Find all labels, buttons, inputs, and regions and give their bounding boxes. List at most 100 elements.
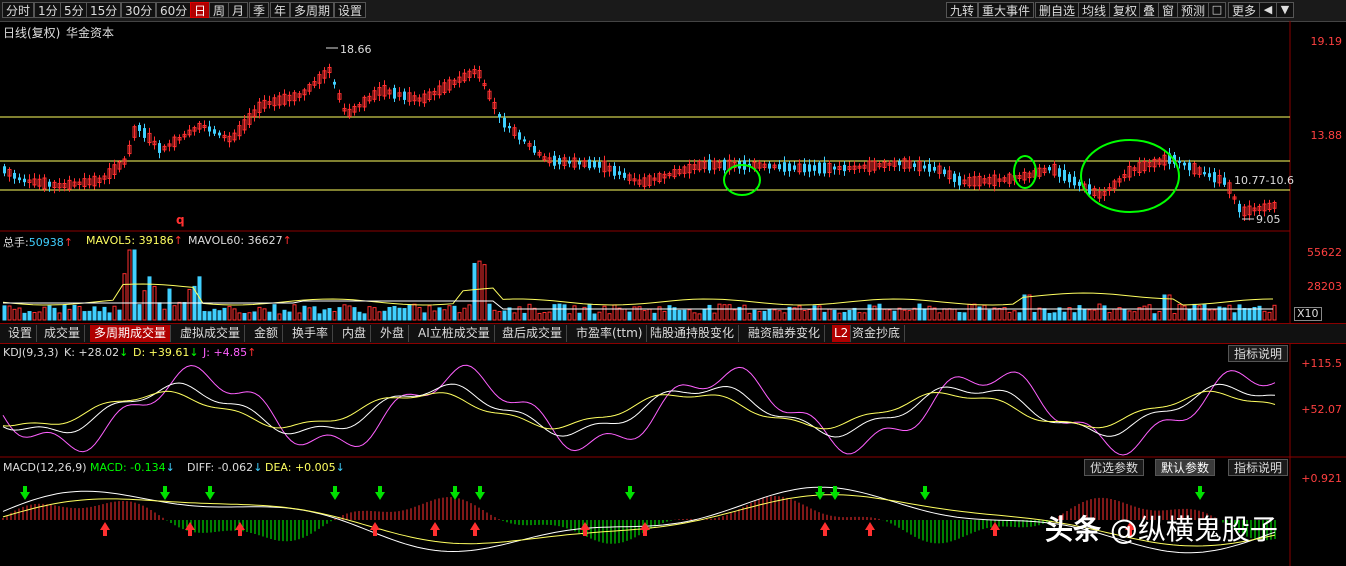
volume-bar	[282, 309, 287, 321]
volume-bar	[87, 310, 92, 321]
volume-bar	[167, 288, 172, 321]
volume-bar	[1247, 308, 1252, 321]
tab-amount[interactable]: 金额	[250, 325, 284, 342]
macd-axis-high: +0.921	[1301, 472, 1342, 485]
volume-bar	[922, 308, 927, 321]
tab-northbound-holding[interactable]: 陆股通持股变化	[646, 325, 740, 342]
volume-bar	[872, 305, 877, 321]
volume-unit: X10	[1294, 307, 1322, 321]
volume-bar	[622, 308, 627, 321]
candle-down	[143, 128, 146, 138]
volume-bar	[1192, 303, 1197, 321]
buy-arrow-icon	[470, 522, 480, 536]
tab-fund-bottom[interactable]: 资金抄底	[848, 325, 906, 342]
kdj-k-line	[2, 382, 1276, 438]
volume-bar	[932, 307, 937, 321]
kdj-k-value: K: +28.02↓	[64, 346, 129, 359]
volume-bar	[157, 302, 162, 321]
tab-after-hours-volume[interactable]: 盘后成交量	[498, 325, 568, 342]
volume-bar	[202, 311, 207, 321]
volume-total-label: 总手:50938↑	[3, 236, 73, 249]
tab-pe-ttm[interactable]: 市盈率(ttm)	[572, 325, 648, 342]
volume-bar	[1042, 308, 1047, 321]
volume-bar	[1102, 305, 1107, 321]
volume-bar	[522, 312, 527, 321]
tab-margin-trading[interactable]: 融资融券变化	[744, 325, 826, 342]
optimize-params-button[interactable]: 优选参数	[1084, 459, 1145, 476]
sell-arrow-icon	[625, 486, 635, 500]
volume-bar	[532, 307, 537, 321]
volume-bar	[322, 309, 327, 321]
volume-bar	[772, 309, 777, 321]
volume-bar	[752, 309, 757, 321]
tab-outer-volume[interactable]: 外盘	[376, 325, 410, 342]
indicator-tabbar: 设置 成交量 多周期成交量 虚拟成交量 金额 换手率 内盘 外盘 AI立桩成交量…	[0, 323, 1346, 344]
candle-down	[843, 164, 846, 172]
volume-bar	[212, 308, 217, 321]
volume-bar	[122, 273, 127, 321]
macd-help-button[interactable]: 指标说明	[1228, 459, 1289, 476]
volume-bar	[1207, 309, 1212, 321]
volume-bar	[107, 312, 112, 321]
volume-bar	[527, 303, 532, 321]
kdj-j-line	[2, 364, 1276, 456]
kdj-j-value: J: +4.85↑	[203, 346, 257, 359]
tab-volume[interactable]: 成交量	[40, 325, 86, 342]
high-price-label: 18.66	[340, 43, 372, 56]
volume-bar	[892, 310, 897, 321]
volume-bar	[32, 311, 37, 321]
volume-bar	[1092, 309, 1097, 321]
volume-bar	[1242, 308, 1247, 321]
volume-bar	[17, 307, 22, 321]
candle-down	[803, 163, 806, 173]
candle-down	[723, 159, 726, 171]
volume-bar	[567, 313, 572, 321]
volume-bar	[1022, 294, 1027, 321]
volume-bar	[67, 308, 72, 321]
tab-virtual-volume[interactable]: 虚拟成交量	[176, 325, 246, 342]
candle-down	[813, 165, 816, 171]
tab-inner-volume[interactable]: 内盘	[338, 325, 372, 342]
candle-down	[598, 161, 601, 168]
tab-multi-period-volume[interactable]: 多周期成交量	[90, 325, 172, 342]
volume-bar	[652, 312, 657, 321]
volume-bar	[402, 308, 407, 321]
kdj-d-value: D: +39.61↓	[133, 346, 199, 359]
low-price-label: 9.05	[1256, 213, 1281, 226]
volume-bar	[867, 304, 872, 321]
macd-diff-value: DIFF: -0.062↓	[187, 461, 263, 474]
volume-bar	[302, 305, 307, 321]
kdj-axis-mid: +52.07	[1301, 403, 1342, 416]
volume-bar	[237, 312, 242, 321]
kline-chart[interactable]	[0, 0, 1346, 566]
volume-bar	[267, 311, 272, 321]
volume-bar	[1032, 311, 1037, 321]
volume-bar	[597, 311, 602, 321]
volume-bar	[417, 307, 422, 321]
volume-bar	[542, 312, 547, 321]
candle-down	[1223, 177, 1226, 185]
sell-arrow-icon	[475, 486, 485, 500]
kdj-help-button[interactable]: 指标说明	[1228, 345, 1289, 362]
volume-bar	[362, 313, 367, 321]
volume-bar	[332, 311, 337, 321]
volume-bar	[572, 305, 577, 321]
default-params-button[interactable]: 默认参数	[1155, 459, 1216, 476]
volume-bar	[487, 303, 492, 321]
volume-bar	[592, 313, 597, 321]
volume-bar	[912, 307, 917, 321]
tab-ai-volume[interactable]: AI立桩成交量	[414, 325, 495, 342]
volume-bar	[1202, 304, 1207, 321]
volume-bar	[952, 308, 957, 321]
volume-bar	[287, 311, 292, 321]
candle-down	[588, 159, 591, 169]
candle-down	[518, 132, 521, 140]
volume-bar	[272, 304, 277, 321]
volume-bar	[1107, 312, 1112, 321]
tab-indicator-settings[interactable]: 设置	[4, 325, 38, 342]
tab-turnover[interactable]: 换手率	[288, 325, 334, 342]
volume-bar	[842, 311, 847, 321]
volume-bar	[1112, 308, 1117, 321]
volume-bar	[1157, 310, 1162, 321]
volume-bar	[352, 307, 357, 321]
